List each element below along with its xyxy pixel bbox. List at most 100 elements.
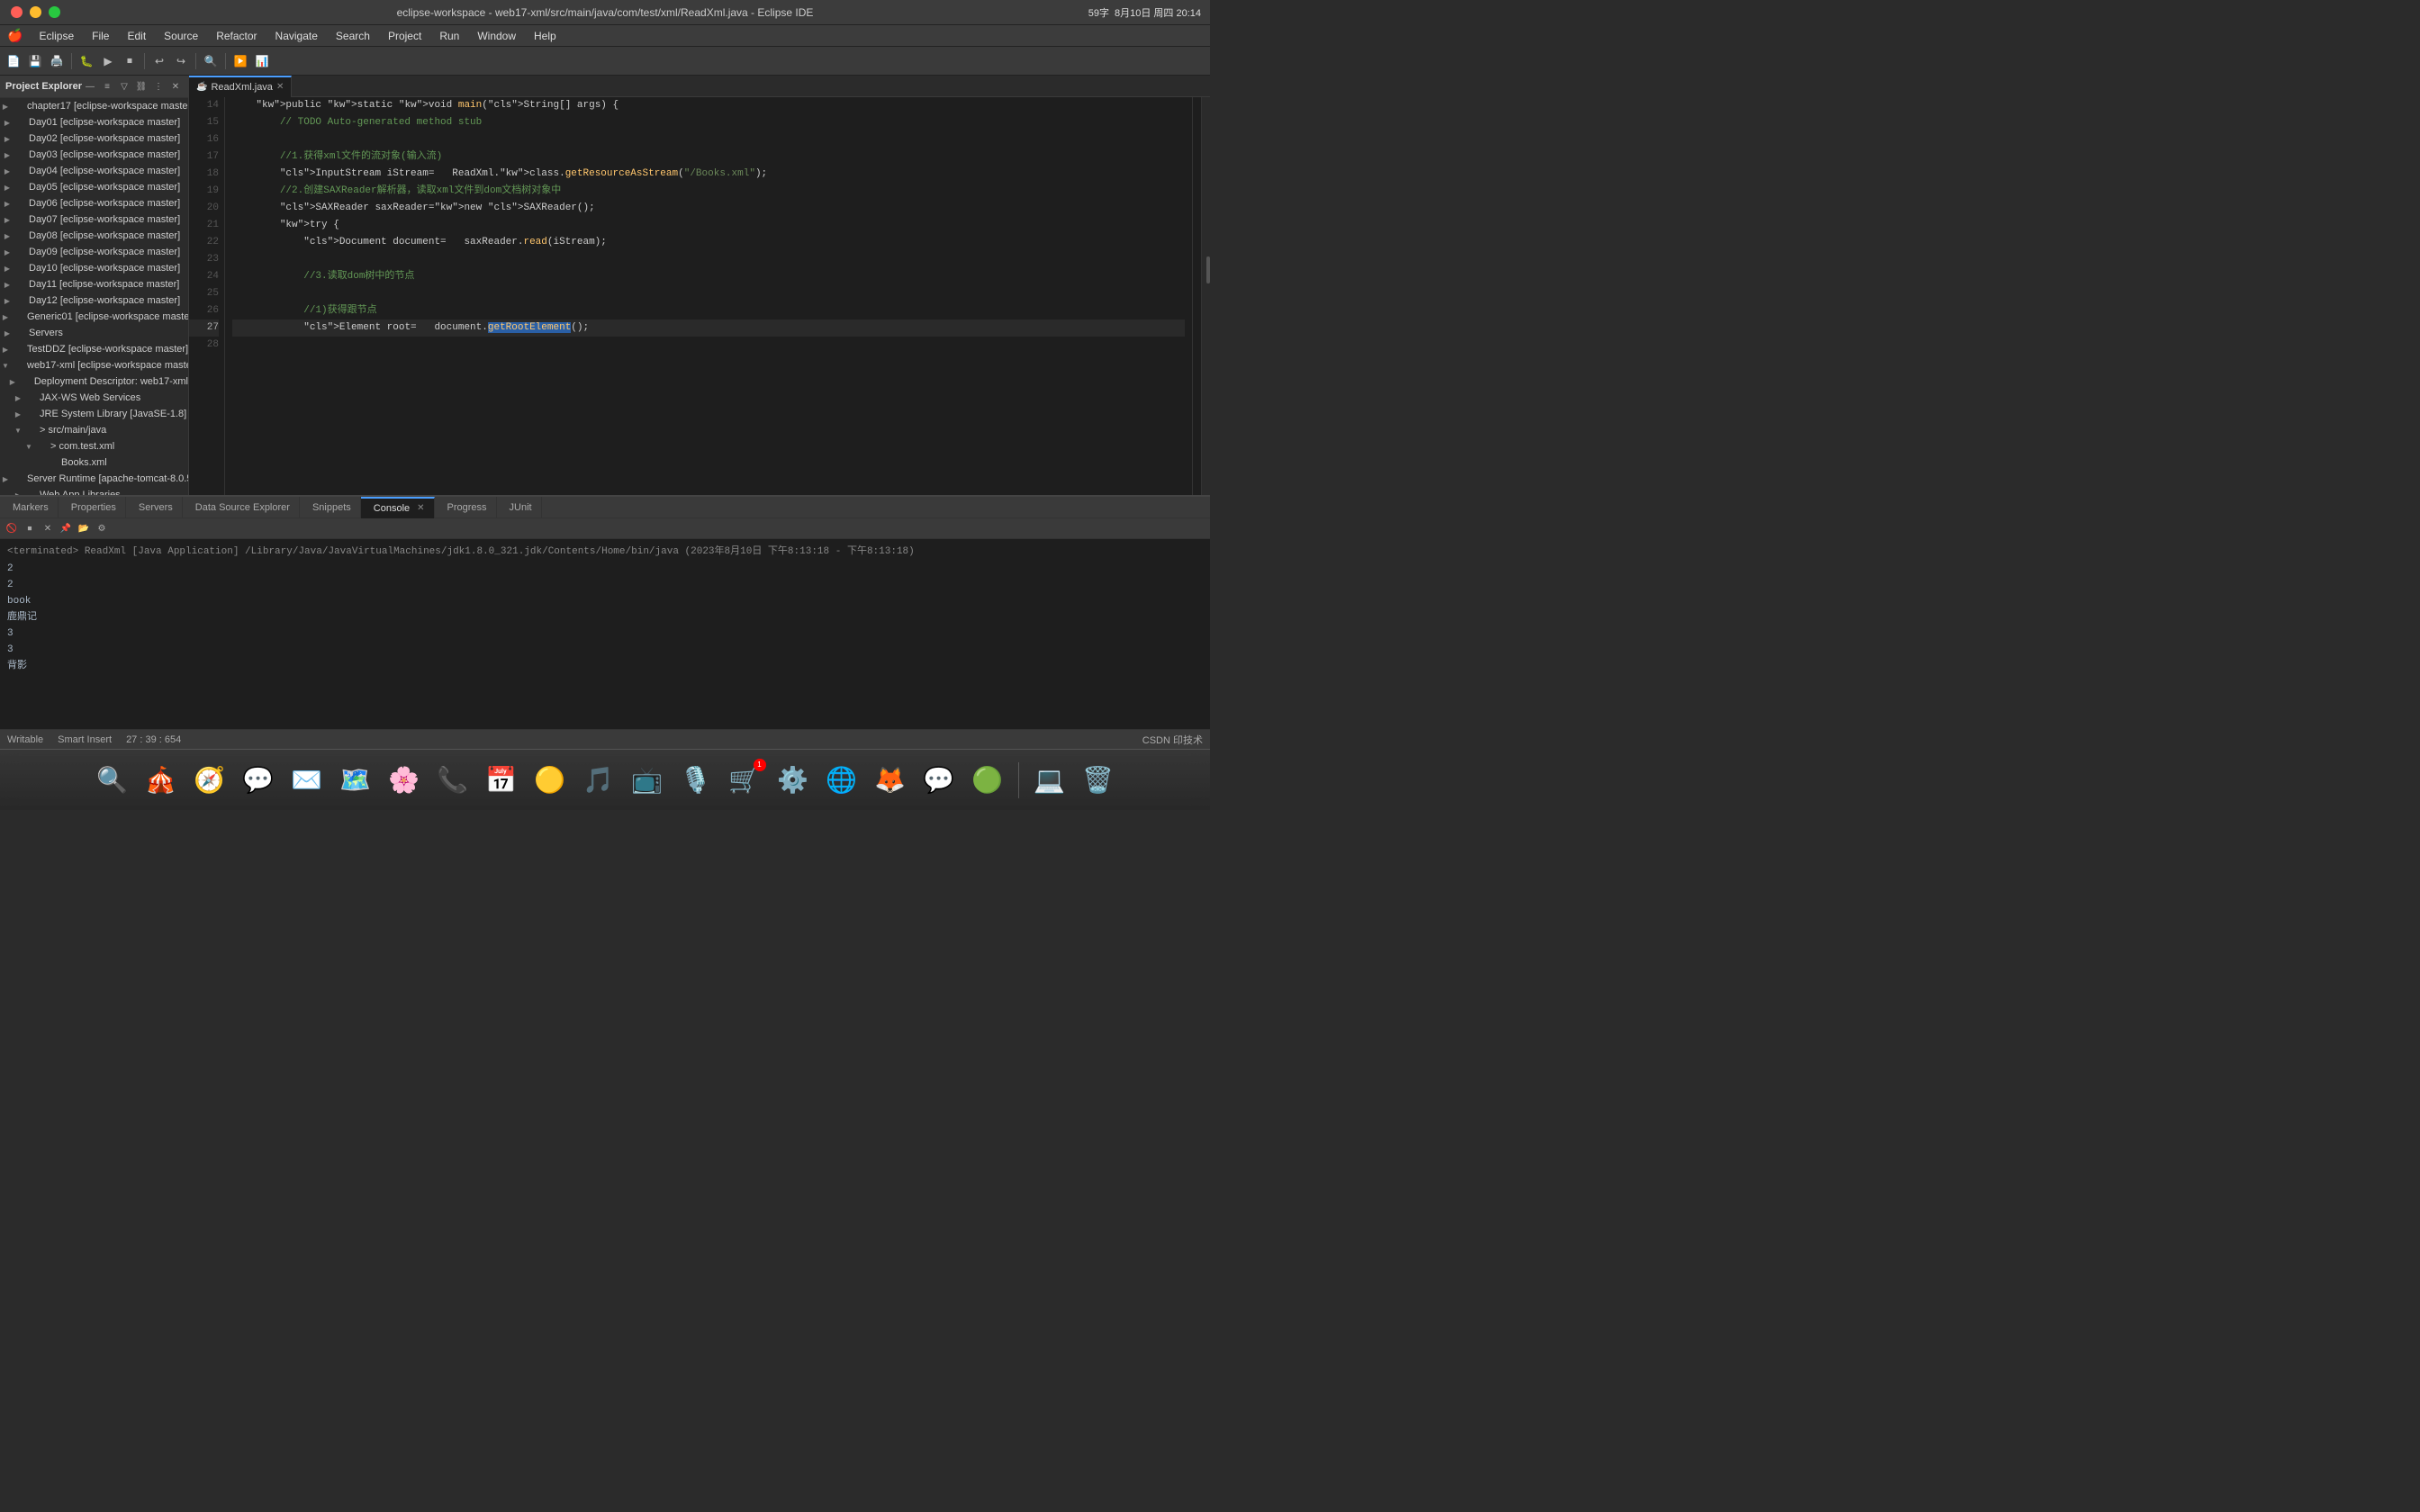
- sidebar-tree-item[interactable]: ▶Day12 [eclipse-workspace master]: [0, 292, 188, 309]
- sidebar-tree-item[interactable]: ▶Web App Libraries: [0, 487, 188, 495]
- tree-arrow[interactable]: ▶: [0, 311, 11, 322]
- code-line[interactable]: "cls">Document document= saxReader.read(…: [232, 234, 1185, 251]
- dock-item-launchpad[interactable]: 🎪: [140, 759, 183, 802]
- dock-item-photos[interactable]: 🌸: [383, 759, 426, 802]
- menu-eclipse[interactable]: Eclipse: [32, 28, 81, 44]
- dock-item-app-store[interactable]: 🛒1: [723, 759, 766, 802]
- menu-search[interactable]: Search: [329, 28, 377, 44]
- sidebar-tree-item[interactable]: ▶Server Runtime [apache-tomcat-8.0.53]: [0, 471, 188, 487]
- toolbar-save[interactable]: 💾: [25, 51, 45, 71]
- tree-arrow[interactable]: ▶: [0, 344, 11, 355]
- tree-arrow[interactable]: ▶: [2, 230, 13, 241]
- sidebar-close-btn[interactable]: ✕: [168, 79, 183, 94]
- code-editor[interactable]: 141516171819202122232425262728 "kw">publ…: [189, 97, 1210, 495]
- sidebar-tree-item[interactable]: ▶Day07 [eclipse-workspace master]: [0, 212, 188, 228]
- panel-close-btn[interactable]: ✕: [40, 520, 56, 536]
- toolbar-search[interactable]: 🔍: [201, 51, 221, 71]
- toolbar-run[interactable]: ▶: [98, 51, 118, 71]
- toolbar-coverage[interactable]: 📊: [252, 51, 272, 71]
- toolbar-undo[interactable]: ↩: [149, 51, 169, 71]
- dock-item-eclipse[interactable]: 💻: [1028, 759, 1071, 802]
- sidebar-tree-item[interactable]: ▶Deployment Descriptor: web17-xml: [0, 374, 188, 390]
- panel-pin-btn[interactable]: 📌: [58, 520, 74, 536]
- panel-tab-data-source-explorer[interactable]: Data Source Explorer: [183, 497, 300, 518]
- toolbar-new[interactable]: 📄: [4, 51, 23, 71]
- sidebar-filter-btn[interactable]: ▽: [117, 79, 131, 94]
- tree-arrow[interactable]: ▶: [2, 263, 13, 274]
- menu-edit[interactable]: Edit: [120, 28, 153, 44]
- code-line[interactable]: [232, 337, 1185, 354]
- tree-arrow[interactable]: ▶: [2, 149, 13, 160]
- sidebar-tree-item[interactable]: ▶JRE System Library [JavaSE-1.8]: [0, 406, 188, 422]
- sidebar-tree-item[interactable]: ▶Day05 [eclipse-workspace master]: [0, 179, 188, 195]
- scrollbar-thumb[interactable]: [1206, 256, 1210, 284]
- toolbar-stop[interactable]: ⏹: [120, 51, 140, 71]
- sidebar-dots-btn[interactable]: ⋮: [151, 79, 166, 94]
- code-content[interactable]: "kw">public "kw">static "kw">void main("…: [225, 97, 1192, 495]
- sidebar-tree-item[interactable]: ▶Day06 [eclipse-workspace master]: [0, 195, 188, 212]
- sidebar-tree-item[interactable]: ▶JAX-WS Web Services: [0, 390, 188, 406]
- tree-arrow[interactable]: ▼: [23, 441, 34, 452]
- code-line[interactable]: //2.创建SAXReader解析器，读取xml文件到dom文档树对象中: [232, 183, 1185, 200]
- menu-file[interactable]: File: [85, 28, 116, 44]
- apple-menu[interactable]: 🍎: [7, 28, 23, 43]
- tree-arrow[interactable]: ▶: [2, 214, 13, 225]
- sidebar-tree-item[interactable]: ▼> com.test.xml: [0, 438, 188, 454]
- tree-arrow[interactable]: [34, 457, 45, 468]
- panel-tab-servers[interactable]: Servers: [126, 497, 183, 518]
- dock-item-maps[interactable]: 🗺️: [334, 759, 377, 802]
- code-line[interactable]: "cls">InputStream iStream= ReadXml."kw">…: [232, 166, 1185, 183]
- sidebar-tree-item[interactable]: ▶Generic01 [eclipse-workspace master]: [0, 309, 188, 325]
- tree-arrow[interactable]: ▼: [13, 425, 23, 436]
- panel-tab-markers[interactable]: Markers: [0, 497, 59, 518]
- menu-run[interactable]: Run: [432, 28, 466, 44]
- code-line[interactable]: [232, 131, 1185, 148]
- sidebar-tree-item[interactable]: ▶Servers: [0, 325, 188, 341]
- menu-project[interactable]: Project: [381, 28, 429, 44]
- dock-item-chrome[interactable]: 🌐: [820, 759, 863, 802]
- sidebar-menu-btn[interactable]: ≡: [100, 79, 114, 94]
- code-line[interactable]: //1)获得跟节点: [232, 302, 1185, 320]
- tree-arrow[interactable]: ▶: [7, 376, 18, 387]
- menu-source[interactable]: Source: [157, 28, 205, 44]
- dock-item-tv[interactable]: 📺: [626, 759, 669, 802]
- dock-item-wechat[interactable]: 💬: [917, 759, 961, 802]
- code-line[interactable]: [232, 285, 1185, 302]
- code-line[interactable]: "cls">SAXReader saxReader="kw">new "cls"…: [232, 200, 1185, 217]
- dock-item-app[interactable]: 🟢: [966, 759, 1009, 802]
- tree-arrow[interactable]: ▶: [2, 133, 13, 144]
- tree-arrow[interactable]: ▶: [2, 279, 13, 290]
- code-line[interactable]: //3.读取dom树中的节点: [232, 268, 1185, 285]
- tree-arrow[interactable]: ▶: [13, 392, 23, 403]
- tree-arrow[interactable]: ▶: [0, 101, 11, 112]
- dock-item-safari[interactable]: 🧭: [188, 759, 231, 802]
- editor-scrollbar[interactable]: [1201, 97, 1210, 495]
- tree-arrow[interactable]: ▶: [2, 182, 13, 193]
- close-button[interactable]: [11, 6, 23, 18]
- editor-tab-close[interactable]: ✕: [276, 82, 284, 92]
- menu-refactor[interactable]: Refactor: [209, 28, 264, 44]
- menu-help[interactable]: Help: [527, 28, 564, 44]
- code-line[interactable]: "kw">try {: [232, 217, 1185, 234]
- panel-tab-snippets[interactable]: Snippets: [300, 497, 361, 518]
- dock-item-messages[interactable]: 💬: [237, 759, 280, 802]
- panel-clear-btn[interactable]: 🚫: [4, 520, 20, 536]
- panel-tab-console[interactable]: Console✕: [361, 497, 435, 518]
- tree-arrow[interactable]: ▶: [2, 247, 13, 257]
- sidebar-tree-item[interactable]: ▶Day08 [eclipse-workspace master]: [0, 228, 188, 244]
- sidebar-tree-item[interactable]: ▶Day04 [eclipse-workspace master]: [0, 163, 188, 179]
- dock-item-contacts[interactable]: 🟡: [528, 759, 572, 802]
- tree-arrow[interactable]: ▶: [2, 166, 13, 176]
- maximize-button[interactable]: [49, 6, 60, 18]
- tree-arrow[interactable]: ▶: [2, 295, 13, 306]
- sidebar-tree-item[interactable]: ▼web17-xml [eclipse-workspace master]: [0, 357, 188, 374]
- sidebar-tree-item[interactable]: ▶Day09 [eclipse-workspace master]: [0, 244, 188, 260]
- toolbar-print[interactable]: 🖨️: [47, 51, 67, 71]
- menu-window[interactable]: Window: [470, 28, 523, 44]
- toolbar-run-main[interactable]: ▶️: [230, 51, 250, 71]
- dock-item-facetime[interactable]: 📞: [431, 759, 474, 802]
- sidebar-tree-item[interactable]: ▶Day10 [eclipse-workspace master]: [0, 260, 188, 276]
- toolbar-redo[interactable]: ↪: [171, 51, 191, 71]
- sidebar-tree-item[interactable]: ▶Day03 [eclipse-workspace master]: [0, 147, 188, 163]
- toolbar-debug[interactable]: 🐛: [77, 51, 96, 71]
